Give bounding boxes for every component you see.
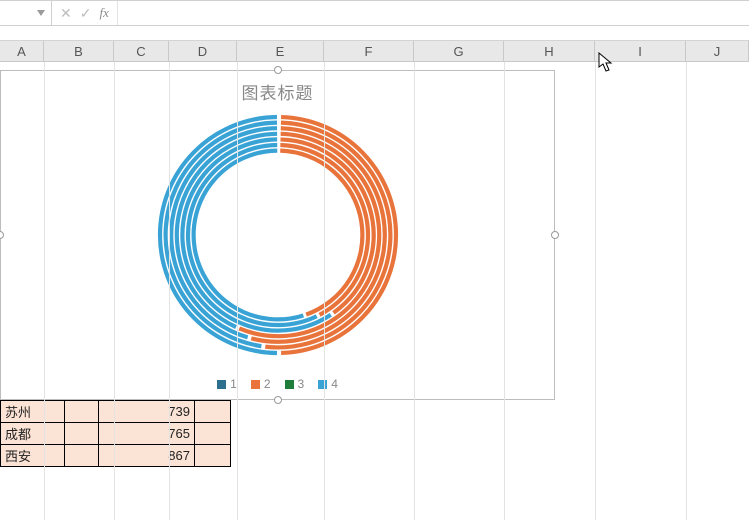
data-table[interactable]: 苏州 739 成都 765 西安 867	[0, 400, 231, 467]
column-header-J[interactable]: J	[686, 41, 749, 61]
legend-label: 1	[230, 377, 237, 391]
column-header-G[interactable]: G	[414, 41, 504, 61]
chart-title[interactable]: 图表标题	[1, 71, 554, 104]
cell-empty[interactable]	[65, 445, 99, 467]
column-header-D[interactable]: D	[169, 41, 237, 61]
chart-legend[interactable]: 1 2 3 4	[1, 377, 554, 391]
gridline	[169, 62, 170, 520]
formula-bar: ✕ ✓ fx	[0, 0, 749, 26]
table-row[interactable]: 苏州 739	[1, 401, 231, 423]
legend-label: 3	[298, 377, 305, 391]
column-header-H[interactable]: H	[504, 41, 595, 61]
chart-object[interactable]: 图表标题 1 2 3 4	[0, 70, 555, 400]
grid-area[interactable]: 图表标题 1 2 3 4 苏州 739 成都 765 西安 867	[0, 62, 749, 520]
legend-item[interactable]: 1	[217, 377, 237, 391]
table-row[interactable]: 成都 765	[1, 423, 231, 445]
cell-city[interactable]: 成都	[1, 423, 65, 445]
cell-value[interactable]: 867	[99, 445, 195, 467]
cell-empty[interactable]	[195, 401, 231, 423]
column-header-A[interactable]: A	[0, 41, 44, 61]
formula-input[interactable]	[118, 1, 749, 25]
legend-label: 2	[264, 377, 271, 391]
chart-plot-area[interactable]	[1, 105, 554, 365]
legend-label: 4	[331, 377, 338, 391]
legend-swatch	[217, 380, 226, 389]
gridline	[324, 62, 325, 520]
resize-handle-s[interactable]	[274, 396, 282, 404]
legend-swatch	[251, 380, 260, 389]
legend-item[interactable]: 4	[318, 377, 338, 391]
gridline	[237, 62, 238, 520]
gridline	[595, 62, 596, 520]
cell-empty[interactable]	[195, 423, 231, 445]
name-box[interactable]	[0, 1, 52, 25]
formula-bar-buttons: ✕ ✓ fx	[52, 1, 118, 25]
legend-swatch	[318, 380, 327, 389]
gridline	[114, 62, 115, 520]
column-header-F[interactable]: F	[324, 41, 414, 61]
legend-item[interactable]: 3	[285, 377, 305, 391]
cell-city[interactable]: 苏州	[1, 401, 65, 423]
gridline	[414, 62, 415, 520]
cell-value[interactable]: 765	[99, 423, 195, 445]
column-header-I[interactable]: I	[595, 41, 686, 61]
cell-empty[interactable]	[65, 401, 99, 423]
cell-empty[interactable]	[65, 423, 99, 445]
gridline	[44, 62, 45, 520]
dropdown-icon[interactable]	[35, 7, 47, 19]
fx-icon[interactable]: fx	[99, 5, 108, 21]
gridline	[504, 62, 505, 520]
cell-empty[interactable]	[195, 445, 231, 467]
table-row[interactable]: 西安 867	[1, 445, 231, 467]
gridline	[686, 62, 687, 520]
accept-icon[interactable]: ✓	[80, 5, 92, 22]
cell-city[interactable]: 西安	[1, 445, 65, 467]
column-header-C[interactable]: C	[114, 41, 169, 61]
legend-swatch	[285, 380, 294, 389]
doughnut-chart[interactable]	[148, 105, 408, 365]
cancel-icon[interactable]: ✕	[60, 5, 72, 22]
legend-item[interactable]: 2	[251, 377, 271, 391]
column-header-E[interactable]: E	[237, 41, 324, 61]
column-header-B[interactable]: B	[44, 41, 114, 61]
cell-value[interactable]: 739	[99, 401, 195, 423]
resize-handle-n[interactable]	[274, 66, 282, 74]
column-header-bar: ABCDEFGHIJ	[0, 40, 749, 62]
